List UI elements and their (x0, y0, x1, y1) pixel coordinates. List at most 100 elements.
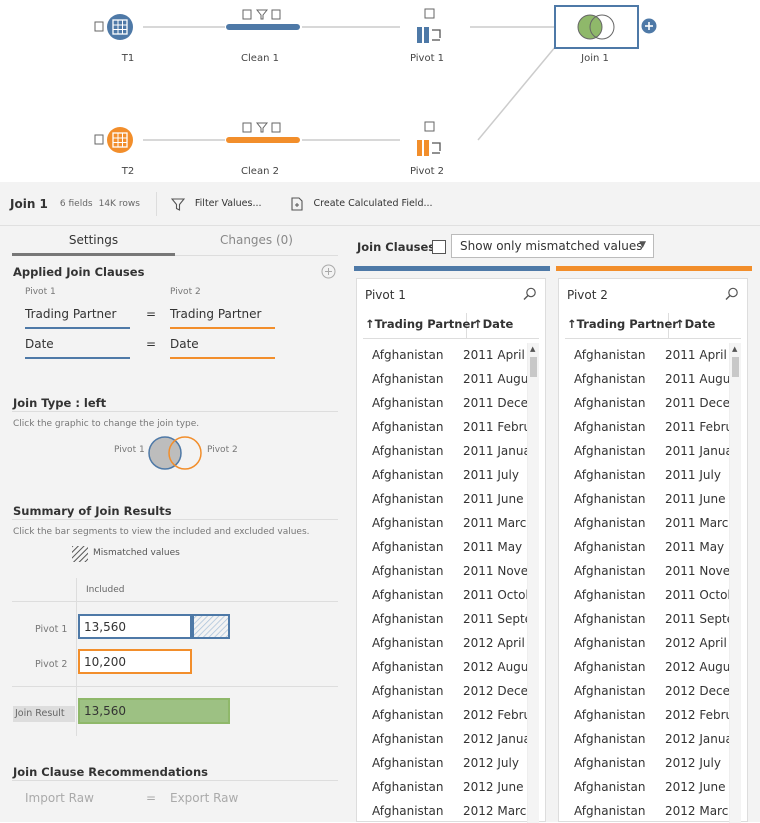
table-row[interactable]: Afghanistan 2012 June (357, 775, 533, 799)
scroll-up-icon[interactable]: ▲ (530, 345, 535, 353)
mismatch-filter-dropdown[interactable]: Show only mismatched values ▼ (451, 234, 654, 258)
recommend-left-field[interactable]: Import Raw (25, 787, 94, 811)
table-row[interactable]: Afghanistan 2011 April (559, 343, 735, 367)
summary-hint: Click the bar segments to view the inclu… (13, 527, 310, 537)
table-row[interactable]: Afghanistan 2011 August (559, 367, 735, 391)
tab-changes[interactable]: Changes (0) (175, 226, 338, 256)
clause-2-right-field[interactable]: Date (170, 333, 275, 359)
table-row[interactable]: Afghanistan 2011 January (559, 439, 735, 463)
node-t1[interactable] (94, 14, 133, 40)
table-row[interactable]: Afghanistan 2012 January (559, 727, 735, 751)
pivot1-scrollbar[interactable]: ▲ (527, 343, 539, 823)
settings-pane: Settings Changes (0) Applied Join Clause… (0, 226, 352, 822)
node-t2[interactable] (94, 127, 133, 153)
node-label-t2: T2 (121, 166, 135, 177)
cell-trading-partner: Afghanistan (372, 756, 444, 770)
table-row[interactable]: Afghanistan 2012 December (357, 679, 533, 703)
clause-1-left-field[interactable]: Trading Partner (25, 303, 130, 329)
table-row[interactable]: Afghanistan 2011 October (559, 583, 735, 607)
table-row[interactable]: Afghanistan 2011 July (357, 463, 533, 487)
pivot1-col-date[interactable]: ↑Date (467, 313, 513, 338)
flow-canvas[interactable]: T1 Clean 1 Pivot 1 Join 1 T2 Clean 2 Piv… (0, 0, 760, 182)
table-row[interactable]: Afghanistan 2012 July (357, 751, 533, 775)
table-icon (107, 127, 133, 153)
clause-1-right-field[interactable]: Trading Partner (170, 303, 275, 329)
table-row[interactable]: Afghanistan 2012 August (559, 655, 735, 679)
table-row[interactable]: Afghanistan 2011 January (357, 439, 533, 463)
table-row[interactable]: Afghanistan 2011 February (559, 415, 735, 439)
scroll-up-icon[interactable]: ▲ (732, 345, 737, 353)
search-icon[interactable] (523, 287, 537, 301)
table-row[interactable]: Afghanistan 2011 November (357, 559, 533, 583)
table-row[interactable]: Afghanistan 2011 July (559, 463, 735, 487)
cell-trading-partner: Afghanistan (372, 444, 444, 458)
node-join1[interactable] (554, 5, 657, 49)
filter-values-button[interactable]: Filter Values... (170, 197, 262, 211)
clause-2-left-field[interactable]: Date (25, 333, 130, 359)
table-row[interactable]: Afghanistan 2011 June (559, 487, 735, 511)
cell-date: 2011 June (665, 492, 726, 506)
node-label-pivot2: Pivot 2 (409, 166, 445, 177)
cell-trading-partner: Afghanistan (574, 588, 646, 602)
table-row[interactable]: Afghanistan 2011 February (357, 415, 533, 439)
table-row[interactable]: Afghanistan 2012 July (559, 751, 735, 775)
cell-date: 2011 January (463, 444, 531, 458)
create-calculated-field-button[interactable]: Create Calculated Field... (290, 196, 433, 211)
clause-1-operator[interactable]: = (146, 303, 156, 327)
table-row[interactable]: Afghanistan 2012 April (559, 631, 735, 655)
node-clean2[interactable] (226, 122, 300, 143)
pivot1-col-trading-partner[interactable]: ↑Trading Partner (363, 313, 476, 338)
search-icon[interactable] (725, 287, 739, 301)
scroll-thumb[interactable] (530, 357, 537, 377)
table-row[interactable]: Afghanistan 2012 January (357, 727, 533, 751)
table-row[interactable]: Afghanistan 2012 August (357, 655, 533, 679)
pivot1-mismatched-bar[interactable] (192, 614, 230, 639)
cell-trading-partner: Afghanistan (574, 396, 646, 410)
cell-trading-partner: Afghanistan (372, 708, 444, 722)
table-row[interactable]: Afghanistan 2011 December (357, 391, 533, 415)
recommend-right-field[interactable]: Export Raw (170, 787, 238, 811)
table-row[interactable]: Afghanistan 2012 December (559, 679, 735, 703)
table-row[interactable]: Afghanistan 2011 April (357, 343, 533, 367)
table-row[interactable]: Afghanistan 2012 March (357, 799, 533, 823)
scroll-thumb[interactable] (732, 357, 739, 377)
cell-trading-partner: Afghanistan (372, 396, 444, 410)
table-row[interactable]: Afghanistan 2012 April (357, 631, 533, 655)
pivot1-grid-header: ↑Trading Partner ↑Date (363, 313, 539, 339)
join-clauses-checkbox[interactable] (432, 240, 446, 254)
add-clause-icon[interactable] (321, 264, 336, 279)
pivot2-col-trading-partner[interactable]: ↑Trading Partner (565, 313, 678, 338)
cell-trading-partner: Afghanistan (574, 540, 646, 554)
table-row[interactable]: Afghanistan 2011 March (357, 511, 533, 535)
pivot2-scrollbar[interactable]: ▲ (729, 343, 741, 823)
node-pivot2[interactable] (417, 121, 441, 156)
table-row[interactable]: Afghanistan 2012 June (559, 775, 735, 799)
pivot2-included-bar[interactable]: 10,200 (78, 649, 192, 674)
pivot2-col-date[interactable]: ↑Date (669, 313, 715, 338)
table-row[interactable]: Afghanistan 2012 March (559, 799, 735, 823)
table-row[interactable]: Afghanistan 2011 August (357, 367, 533, 391)
pivot1-color-bar (354, 266, 550, 271)
cell-trading-partner: Afghanistan (372, 732, 444, 746)
table-row[interactable]: Afghanistan 2012 February (357, 703, 533, 727)
join-result-bar[interactable]: 13,560 (78, 698, 230, 724)
table-row[interactable]: Afghanistan 2011 March (559, 511, 735, 535)
tab-settings[interactable]: Settings (12, 226, 175, 256)
clause-2-operator[interactable]: = (146, 333, 156, 357)
cell-date: 2011 July (463, 468, 519, 482)
node-pivot1[interactable] (417, 8, 441, 43)
table-row[interactable]: Afghanistan 2012 February (559, 703, 735, 727)
cell-date: 2011 May (665, 540, 725, 554)
table-icon (107, 14, 133, 40)
node-clean1[interactable] (226, 9, 300, 30)
table-row[interactable]: Afghanistan 2011 September (559, 607, 735, 631)
table-row[interactable]: Afghanistan 2011 May (357, 535, 533, 559)
table-row[interactable]: Afghanistan 2011 December (559, 391, 735, 415)
table-row[interactable]: Afghanistan 2011 November (559, 559, 735, 583)
table-row[interactable]: Afghanistan 2011 May (559, 535, 735, 559)
table-row[interactable]: Afghanistan 2011 October (357, 583, 533, 607)
join-type-venn[interactable] (146, 434, 206, 472)
table-row[interactable]: Afghanistan 2011 June (357, 487, 533, 511)
table-row[interactable]: Afghanistan 2011 September (357, 607, 533, 631)
pivot1-included-bar[interactable]: 13,560 (78, 614, 192, 639)
